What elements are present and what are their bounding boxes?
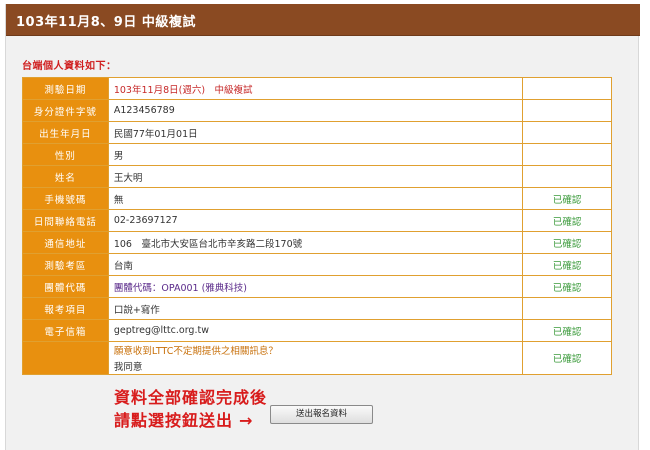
consent-answer: 我同意 [113,362,143,373]
table-row: 通信地址 106 臺北市大安區台北市辛亥路二段170號 已確認 [22,231,612,254]
row-label: 出生年月日 [22,121,109,144]
table-row: 團體代碼 團體代碼：OPA001 (雅典科技) 已確認 [22,275,612,298]
table-row: 電子信箱 geptreg@lttc.org.tw 已確認 [22,319,612,342]
row-value: 王大明 [107,165,524,188]
table-row: 測驗日期 103年11月8日(週六) 中級複試 [22,77,612,100]
row-value: 口說+寫作 [107,297,524,320]
row-value: 103年11月8日(週六) 中級複試 [107,77,524,100]
row-value: A123456789 [107,99,524,122]
row-status: 已確認 [522,275,612,298]
row-status [522,165,612,188]
personal-info-table: 測驗日期 103年11月8日(週六) 中級複試 身分證件字號 A12345678… [22,77,612,375]
row-status: 已確認 [522,253,612,276]
row-status [522,121,612,144]
row-status [522,99,612,122]
arrow-right-icon: → [239,411,254,430]
row-status [522,297,612,320]
row-value: 106 臺北市大安區台北市辛亥路二段170號 [107,231,524,254]
content-panel: 103年11月8、9日 中級複試 台端個人資料如下： 測驗日期 103年11月8… [5,4,640,450]
section-label: 台端個人資料如下： [22,61,117,72]
row-value: 台南 [107,253,524,276]
row-status: 已確認 [522,209,612,232]
page-title: 103年11月8、9日 中級複試 [16,15,196,30]
row-label [22,341,109,375]
notice-line-2: 請點選按鈕送出 → [114,409,267,432]
table-row: 報考項目 口說+寫作 [22,297,612,320]
table-row: 性別 男 [22,143,612,166]
row-value: geptreg@lttc.org.tw [107,319,524,342]
submit-registration-button[interactable]: 送出報名資料 [270,405,373,424]
row-value: 無 [107,187,524,210]
row-status: 已確認 [522,341,612,375]
notice-line-2-text: 請點選按鈕送出 [114,411,234,430]
row-label: 團體代碼 [22,275,109,298]
row-label: 報考項目 [22,297,109,320]
notice-line-1: 資料全部確認完成後 [114,388,268,407]
row-label: 日間聯絡電話 [22,209,109,232]
row-value: 民國77年01月01日 [107,121,524,144]
row-label: 性別 [22,143,109,166]
table-row: 日間聯絡電話 02-23697127 已確認 [22,209,612,232]
table-row: 願意收到LTTC不定期提供之相關訊息？ 我同意 已確認 [22,341,612,375]
row-label: 姓名 [22,165,109,188]
row-status [522,77,612,100]
row-status [522,143,612,166]
row-value: 團體代碼：OPA001 (雅典科技) [107,275,524,298]
row-value: 02-23697127 [107,209,524,232]
row-label: 測驗考區 [22,253,109,276]
page-header: 103年11月8、9日 中級複試 [6,4,640,36]
row-value: 願意收到LTTC不定期提供之相關訊息？ 我同意 [107,341,524,375]
row-status: 已確認 [522,187,612,210]
row-value: 男 [107,143,524,166]
table-row: 出生年月日 民國77年01月01日 [22,121,612,144]
row-label: 身分證件字號 [22,99,109,122]
confirm-notice: 資料全部確認完成後 請點選按鈕送出 → [114,386,267,432]
row-status: 已確認 [522,319,612,342]
row-label: 通信地址 [22,231,109,254]
table-row: 身分證件字號 A123456789 [22,99,612,122]
consent-question: 願意收到LTTC不定期提供之相關訊息？ [113,346,278,357]
table-row: 姓名 王大明 [22,165,612,188]
table-row: 手機號碼 無 已確認 [22,187,612,210]
row-status: 已確認 [522,231,612,254]
row-label: 電子信箱 [22,319,109,342]
table-row: 測驗考區 台南 已確認 [22,253,612,276]
row-label: 測驗日期 [22,77,109,100]
row-label: 手機號碼 [22,187,109,210]
